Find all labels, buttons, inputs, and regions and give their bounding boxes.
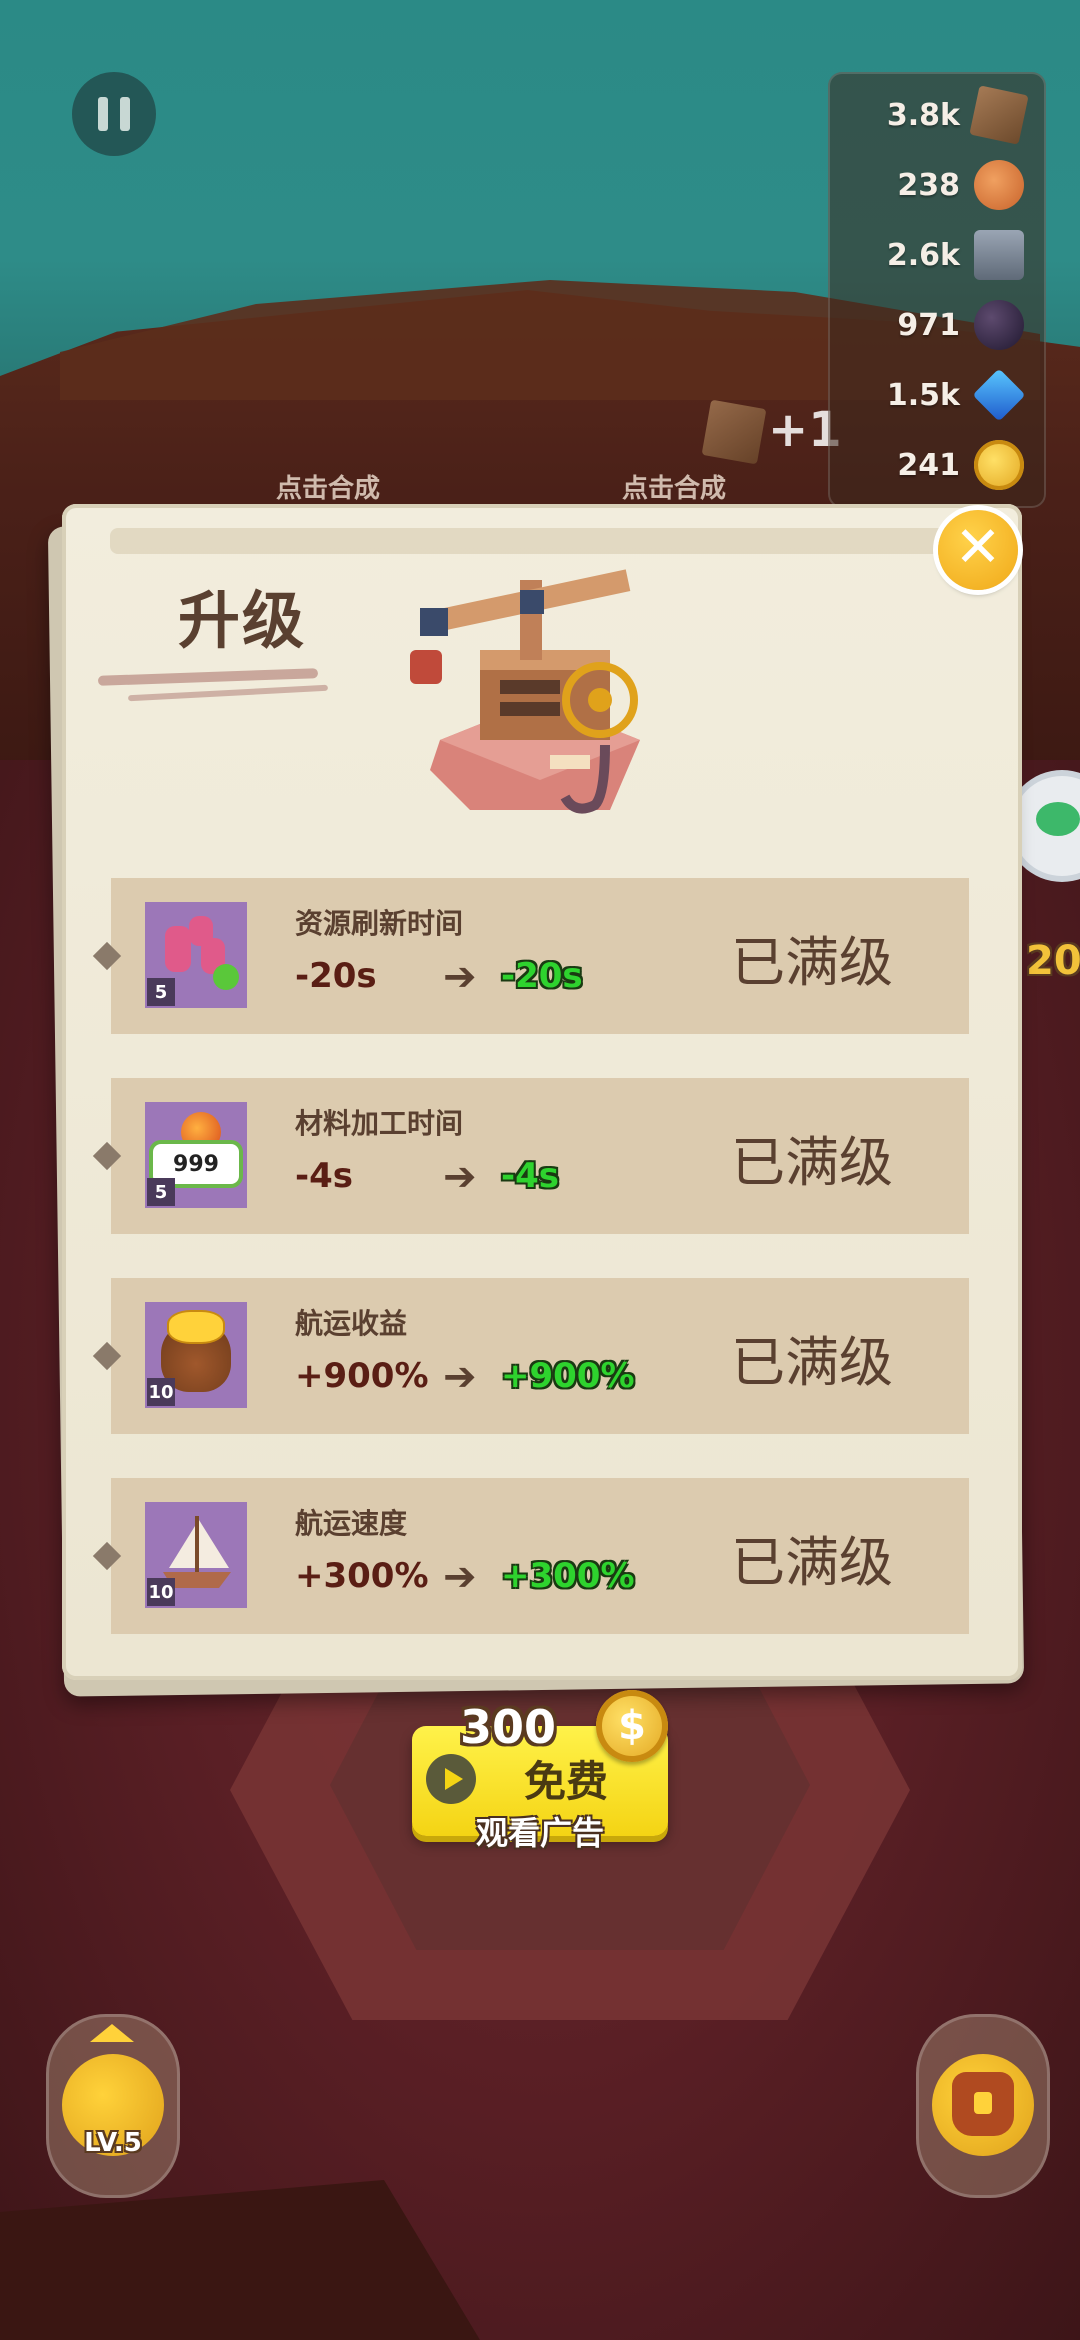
row-level-badge: 10 (147, 1578, 175, 1606)
iron-ingot-icon (974, 230, 1024, 280)
floating-wood-icon (701, 399, 767, 465)
row-name: 航运速度 (295, 1507, 408, 1540)
row-next-value: -20s (501, 956, 583, 996)
bomb-icon (974, 300, 1024, 350)
cookie-icon (974, 160, 1024, 210)
resource-value: 1.5k (886, 377, 960, 413)
row-next-value: -4s (501, 1156, 560, 1196)
upgrade-row-resource-refresh: 5 资源刷新时间 -20s ➔ -20s 已满级 (92, 878, 969, 1034)
free-label: 免费 (524, 1757, 609, 1806)
watch-ad-label: 观看广告 (475, 1814, 604, 1852)
chat-bubble-icon (1036, 802, 1080, 836)
backpack-clasp (974, 2092, 992, 2114)
upgrade-row-shipping-speed: 10 航运速度 +300% ➔ +300% 已满级 (92, 1478, 969, 1634)
pause-icon-bar (120, 97, 130, 131)
row-current-value: +300% (295, 1556, 429, 1596)
resource-value: 3.8k (886, 97, 960, 133)
row-name: 资源刷新时间 (295, 907, 464, 940)
row-name: 航运收益 (295, 1307, 408, 1340)
upgrade-arrow-icon (90, 2024, 134, 2042)
pause-button[interactable] (72, 72, 156, 156)
resource-row-wood: 3.8k (828, 80, 1046, 150)
close-icon: ✕ (954, 515, 1002, 580)
shipyard-machine-illustration (410, 569, 640, 814)
resource-row-gem: 1.5k (828, 360, 1046, 430)
resource-row-bomb: 971 (828, 290, 1046, 360)
row-level-badge: 5 (147, 978, 175, 1006)
row-status-max-level: 已满级 (731, 931, 893, 994)
row-level-badge: 10 (147, 1378, 175, 1406)
tap-merge-label-left[interactable]: 点击合成 (276, 468, 380, 505)
resource-value: 2.6k (886, 237, 960, 273)
arrow-right-icon: ➔ (443, 1354, 477, 1400)
row-next-value: +900% (501, 1356, 635, 1396)
row-current-value: -20s (295, 956, 377, 996)
tap-merge-label-right[interactable]: 点击合成 (622, 468, 726, 505)
wood-block-icon (969, 85, 1029, 145)
resource-row-iron: 2.6k (828, 220, 1046, 290)
row-next-value: +300% (501, 1556, 635, 1596)
gold-coin-icon (974, 440, 1024, 490)
side-reward-amount: 200 (1026, 938, 1080, 984)
row-level-badge: 5 (147, 1178, 175, 1206)
resource-panel: 3.8k 238 2.6k 971 1.5k 241 (828, 72, 1046, 508)
resource-value: 971 (897, 307, 960, 343)
row-name: 材料加工时间 (295, 1107, 464, 1140)
resource-row-coin: 241 (828, 430, 1046, 500)
ad-cost-amount: 300 (460, 1700, 557, 1754)
gold-coin-icon: $ (596, 1690, 668, 1762)
arrow-right-icon: ➔ (443, 954, 477, 1000)
arrow-right-icon: ➔ (443, 1154, 477, 1200)
close-button[interactable]: ✕ (938, 510, 1018, 590)
upgrade-row-material-processing: 999 5 材料加工时间 -4s ➔ -4s 已满级 (92, 1078, 969, 1234)
blue-gem-icon (972, 368, 1026, 422)
row-status-max-level: 已满级 (731, 1531, 893, 1594)
upgrade-row-shipping-income: 10 航运收益 +900% ➔ +900% 已满级 (92, 1278, 969, 1434)
row-current-value: +900% (295, 1356, 429, 1396)
resource-row-cookie: 238 (828, 150, 1046, 220)
row-status-max-level: 已满级 (731, 1131, 893, 1194)
pause-icon-bar (98, 97, 108, 131)
resource-value: 241 (897, 447, 960, 483)
arrow-right-icon: ➔ (443, 1554, 477, 1600)
row-status-max-level: 已满级 (731, 1331, 893, 1394)
row-current-value: -4s (295, 1156, 354, 1196)
resource-value: 238 (897, 167, 960, 203)
rod-level-label: LV.5 (84, 2128, 142, 2158)
modal-title: 升级 (178, 584, 307, 657)
play-icon (426, 1754, 476, 1804)
